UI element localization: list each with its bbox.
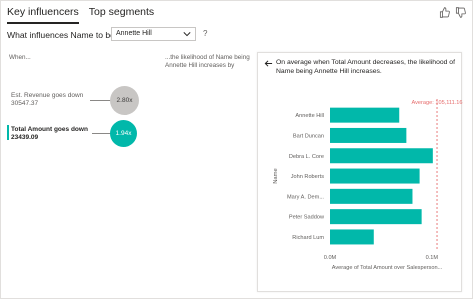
influencer-value: 30547.37 xyxy=(11,100,39,107)
influencer-multiplier: 1.94x xyxy=(115,130,132,137)
influencer-connector xyxy=(90,100,112,101)
thumbs-down-icon[interactable] xyxy=(455,7,466,18)
category-label: Richard Lum xyxy=(292,235,324,241)
influencer-title: Total Amount goes down xyxy=(11,126,88,133)
tab-key-influencers[interactable]: Key influencers xyxy=(7,4,79,24)
y-axis-title: Name xyxy=(273,168,279,183)
influencer-bubble[interactable]: 1.94x xyxy=(110,120,137,147)
category-label: Annette Hill xyxy=(295,113,324,119)
bar xyxy=(330,188,413,204)
bar xyxy=(330,229,374,245)
bar-chart: Annette Hill Bart Duncan Debra L. Core John… xyxy=(273,99,463,271)
influencer-row-est-revenue[interactable]: Est. Revenue goes down 30547.37 xyxy=(11,92,83,108)
influencer-connector xyxy=(92,133,112,134)
tab-bar: Key influencers Top segments xyxy=(7,4,164,24)
x-tick-label: 0.1M xyxy=(426,255,439,261)
bar xyxy=(330,209,422,225)
thumbs-up-icon[interactable] xyxy=(439,7,450,18)
influencer-bubble[interactable]: 2.80x xyxy=(110,86,139,115)
likelihood-header: ...the likelihood of Name being Annette … xyxy=(165,54,250,69)
influencer-row-total-amount[interactable]: Total Amount goes down 23439.09 xyxy=(11,126,88,142)
question-row: What influences Name to be Annette Hill … xyxy=(7,27,207,42)
chevron-down-icon xyxy=(183,32,191,37)
feedback-icons xyxy=(439,7,466,18)
category-label: Peter Saddow xyxy=(289,215,325,221)
name-value-dropdown[interactable]: Annette Hill xyxy=(111,27,196,41)
bar xyxy=(330,168,420,184)
help-icon[interactable]: ? xyxy=(203,29,207,38)
influencer-title: Est. Revenue goes down xyxy=(11,92,84,99)
bar xyxy=(330,127,407,143)
category-label: John Roberts xyxy=(291,174,324,180)
question-label: What influences Name to be xyxy=(7,30,115,40)
x-tick-label: 0.0M xyxy=(324,255,337,261)
category-label: Debra L. Core xyxy=(289,154,324,160)
dropdown-selected-value: Annette Hill xyxy=(116,30,152,37)
bar xyxy=(330,107,400,123)
category-label: Bart Duncan xyxy=(293,133,324,139)
influencer-value: 23439.09 xyxy=(11,134,39,141)
selected-indicator xyxy=(7,125,9,140)
bar xyxy=(330,148,433,164)
category-label: Mary A. Dem... xyxy=(287,194,324,200)
tab-top-segments[interactable]: Top segments xyxy=(89,4,154,24)
details-panel: On average when Total Amount decreases, … xyxy=(257,52,463,292)
when-header: When... xyxy=(9,54,31,61)
average-label: Average: 105,111.16 xyxy=(412,100,463,106)
influencer-multiplier: 2.80x xyxy=(116,97,133,104)
x-axis-title: Average of Total Amount over Salesperson… xyxy=(332,265,443,271)
